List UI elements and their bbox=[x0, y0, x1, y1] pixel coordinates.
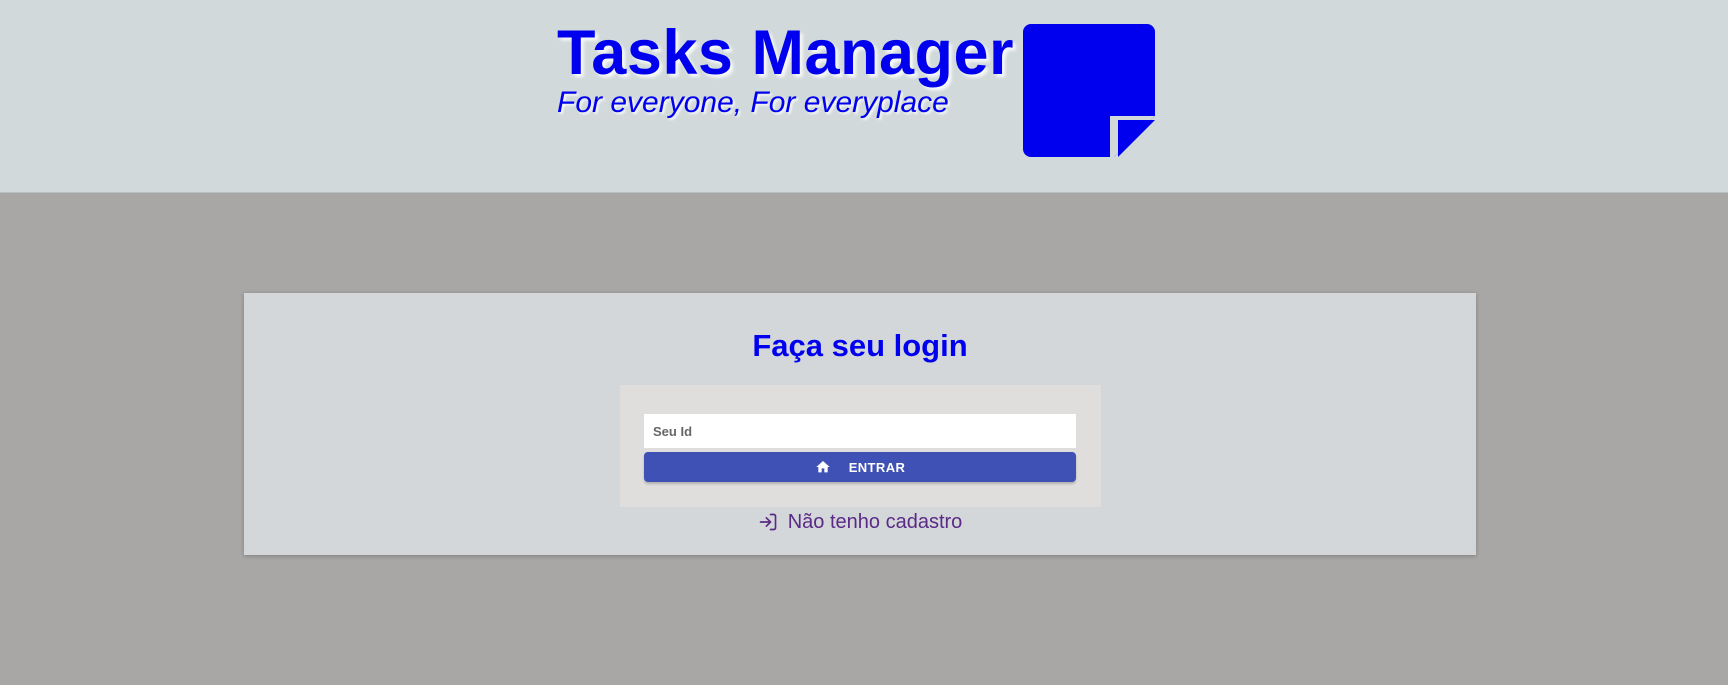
home-icon bbox=[815, 459, 831, 475]
app-header: Tasks Manager For everyone, For everypla… bbox=[0, 0, 1728, 193]
login-arrow-icon bbox=[758, 512, 778, 532]
brand: Tasks Manager For everyone, For everypla… bbox=[557, 14, 1014, 120]
login-card: Faça seu login ENTRAR Não tenho cadastro bbox=[244, 293, 1476, 555]
register-link-label: Não tenho cadastro bbox=[787, 511, 963, 533]
login-form: ENTRAR bbox=[620, 385, 1101, 507]
sticky-note-icon bbox=[1023, 24, 1155, 157]
app-title: Tasks Manager bbox=[557, 18, 1015, 88]
register-link[interactable]: Não tenho cadastro bbox=[244, 510, 1476, 534]
login-title: Faça seu login bbox=[752, 328, 968, 363]
enter-button-label: ENTRAR bbox=[848, 459, 906, 475]
enter-button[interactable]: ENTRAR bbox=[644, 452, 1076, 482]
app-subtitle: For everyone, For everyplace bbox=[557, 86, 949, 119]
id-input[interactable] bbox=[644, 414, 1076, 448]
